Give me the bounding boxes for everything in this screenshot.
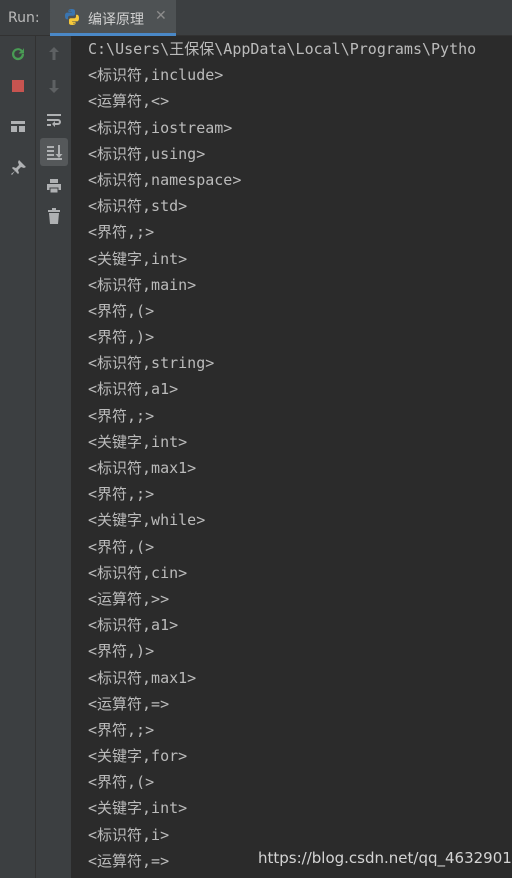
- arrow-down-icon: [49, 80, 59, 93]
- close-icon[interactable]: ✕: [155, 8, 167, 24]
- console-line: <关键字,int>: [88, 799, 188, 818]
- print-icon: [47, 179, 61, 194]
- console-line: <关键字,int>: [88, 432, 188, 451]
- console-line: <运算符,=>: [88, 694, 170, 713]
- layout-icon: [11, 121, 25, 132]
- pin-icon: [11, 160, 26, 175]
- console-line: <界符,;>: [88, 720, 155, 739]
- console-line: <关键字,int>: [88, 249, 188, 268]
- console-line: <标识符,max1>: [88, 459, 197, 477]
- down-arrow-button[interactable]: [40, 72, 68, 100]
- up-arrow-button[interactable]: [40, 40, 68, 68]
- rerun-icon: [12, 48, 25, 61]
- arrow-up-icon: [49, 47, 59, 60]
- console-line: <界符,)>: [88, 328, 155, 347]
- rerun-button[interactable]: [4, 40, 32, 68]
- console-line: <标识符,i>: [88, 825, 170, 844]
- run-tool-window-header: Run: 编译原理 ✕: [0, 0, 512, 36]
- console-line: <运算符,>>: [88, 589, 170, 608]
- tab-label: 编译原理: [88, 12, 144, 28]
- console-line: <标识符,using>: [88, 144, 206, 163]
- run-toolbar-primary: [0, 36, 36, 878]
- console-line: <界符,(>: [88, 301, 155, 320]
- console-line: <标识符,std>: [88, 197, 188, 216]
- console-line: <界符,(>: [88, 773, 155, 792]
- console-line: <关键字,while>: [88, 511, 206, 530]
- stop-icon: [12, 80, 24, 92]
- console-line: C:\Users\王保保\AppData\Local\Programs\Pyth…: [88, 40, 477, 58]
- console-line: <标识符,a1>: [88, 616, 179, 635]
- console-line: <界符,(>: [88, 537, 155, 556]
- console-line: <标识符,include>: [88, 66, 224, 85]
- console-line: <标识符,a1>: [88, 380, 179, 399]
- scroll-to-end-button[interactable]: [40, 138, 68, 166]
- watermark-text: https://blog.csdn.net/qq_46329012: [258, 849, 512, 867]
- console-line: <界符,;>: [88, 223, 155, 242]
- console-line: <界符,;>: [88, 485, 155, 504]
- python-icon: [63, 8, 81, 26]
- console-line: <标识符,cin>: [88, 563, 188, 582]
- console-line: <界符,)>: [88, 642, 155, 661]
- run-label: Run:: [8, 10, 40, 26]
- trash-icon: [48, 208, 60, 224]
- stop-button[interactable]: [4, 72, 32, 100]
- layout-button[interactable]: [4, 113, 32, 141]
- console-line: <标识符,main>: [88, 275, 197, 294]
- console-line: <标识符,max1>: [88, 668, 197, 687]
- soft-wrap-icon: [47, 114, 61, 127]
- console-line: <标识符,namespace>: [88, 170, 242, 189]
- soft-wrap-button[interactable]: [40, 106, 68, 134]
- console-line: <标识符,string>: [88, 354, 215, 373]
- tab-run-config[interactable]: 编译原理 ✕: [50, 0, 176, 36]
- console-line: <标识符,iostream>: [88, 118, 233, 137]
- console-output[interactable]: C:\Users\王保保\AppData\Local\Programs\Pyth…: [72, 36, 512, 878]
- clear-all-button[interactable]: [40, 202, 68, 230]
- console-line: <界符,;>: [88, 406, 155, 425]
- console-line: <运算符,<>: [88, 92, 170, 111]
- scroll-to-end-icon: [47, 145, 63, 160]
- pin-button[interactable]: [4, 154, 32, 182]
- run-toolbar-secondary: [36, 36, 72, 878]
- console-lines: C:\Users\王保保\AppData\Local\Programs\Pyth…: [88, 36, 476, 874]
- console-line: <关键字,for>: [88, 747, 188, 766]
- print-button[interactable]: [40, 172, 68, 200]
